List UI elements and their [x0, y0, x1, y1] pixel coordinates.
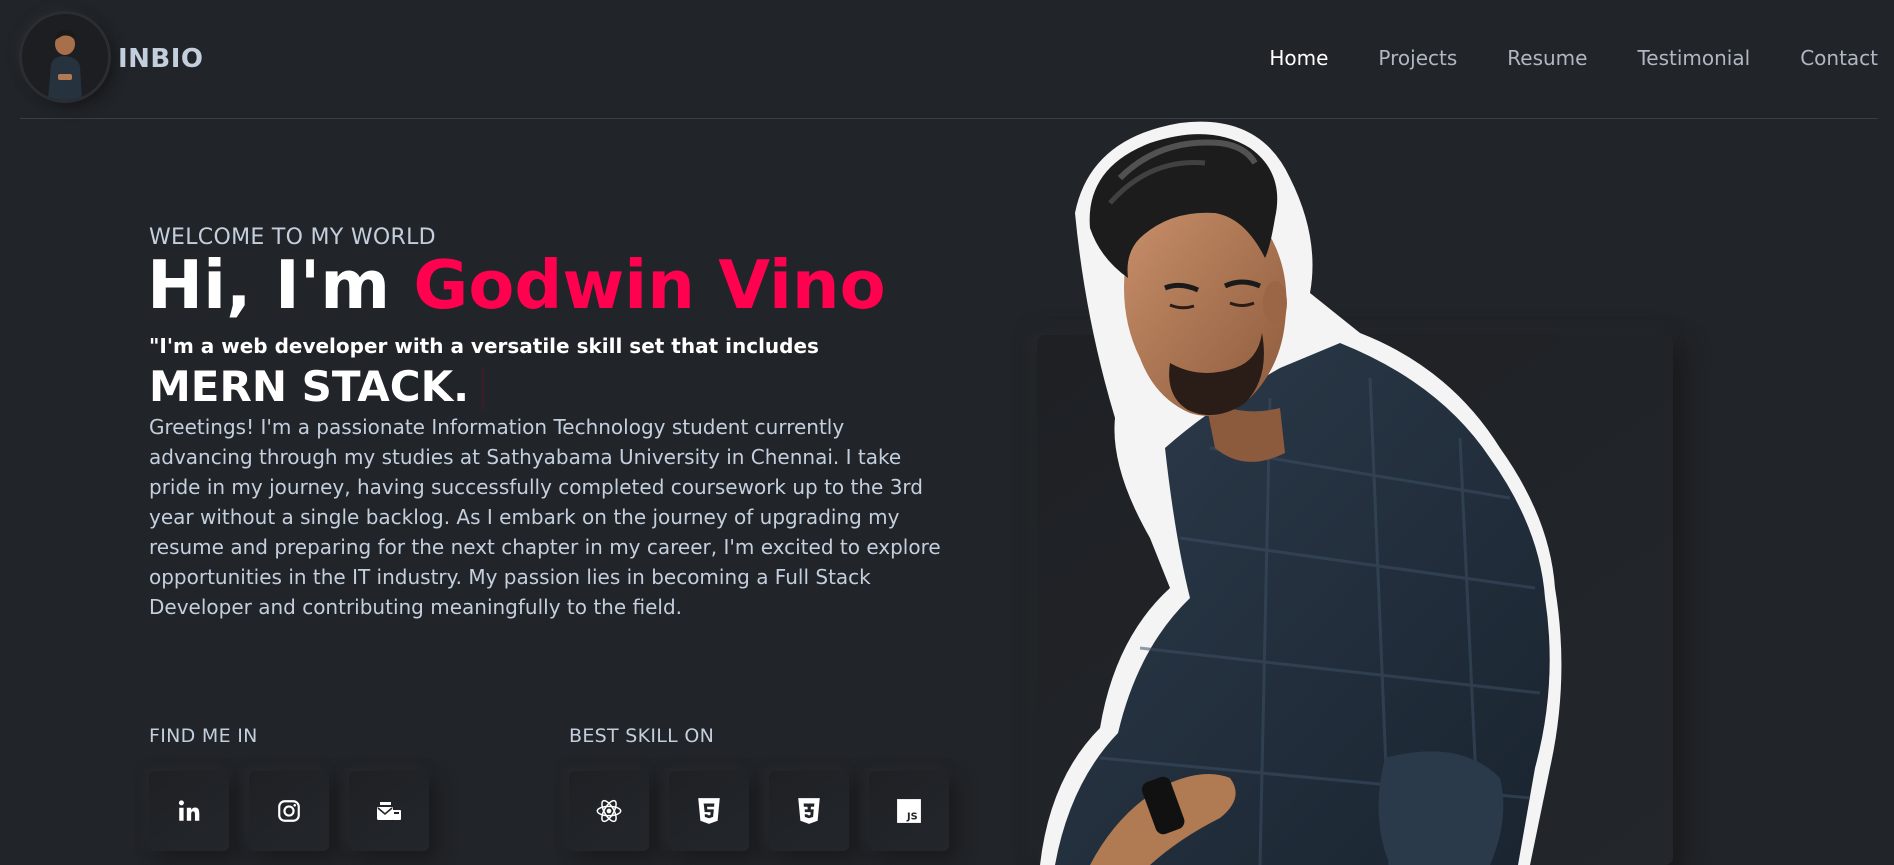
site-header: INBIO Home Projects Resume Testimonial C…	[20, 0, 1878, 119]
typing-cursor	[482, 368, 484, 410]
instagram-icon	[278, 800, 300, 822]
contact-mail-icon	[377, 802, 401, 820]
contact-mail-button[interactable]	[349, 771, 429, 851]
hero-tagline: "I'm a web developer with a versatile sk…	[149, 334, 819, 358]
linkedin-button[interactable]	[149, 771, 229, 851]
javascript-icon: JS	[897, 799, 921, 823]
nav-item-home[interactable]: Home	[1269, 46, 1328, 70]
main-nav: Home Projects Resume Testimonial Contact	[1219, 46, 1878, 70]
instagram-button[interactable]	[249, 771, 329, 851]
avatar-portrait-image	[22, 14, 108, 100]
nav-item-resume[interactable]: Resume	[1507, 46, 1587, 70]
find-me-label: FIND ME IN	[149, 725, 258, 747]
react-icon	[596, 799, 622, 823]
portrait-image	[1040, 121, 1562, 865]
skill-react[interactable]	[569, 771, 649, 851]
hero-greeting: Hi, I'm	[147, 246, 414, 324]
css3-icon	[798, 798, 820, 824]
nav-item-testimonial[interactable]: Testimonial	[1637, 46, 1750, 70]
logo-avatar[interactable]	[22, 14, 108, 100]
html5-icon	[698, 798, 720, 824]
best-skill-label: BEST SKILL ON	[569, 725, 715, 747]
skill-html5[interactable]	[669, 771, 749, 851]
hero-title: Hi, I'm Godwin Vino	[147, 252, 886, 319]
svg-text:JS: JS	[906, 812, 918, 823]
hero-bio: Greetings! I'm a passionate Information …	[149, 415, 941, 619]
skill-css3[interactable]	[769, 771, 849, 851]
skill-javascript[interactable]: JS	[869, 771, 949, 851]
typed-skill-text: MERN STACK.	[149, 362, 470, 411]
nav-item-projects[interactable]: Projects	[1378, 46, 1457, 70]
linkedin-icon	[178, 800, 200, 821]
brand-name[interactable]: INBIO	[118, 44, 204, 74]
hero-name: Godwin Vino	[413, 246, 886, 324]
nav-item-contact[interactable]: Contact	[1800, 46, 1878, 70]
